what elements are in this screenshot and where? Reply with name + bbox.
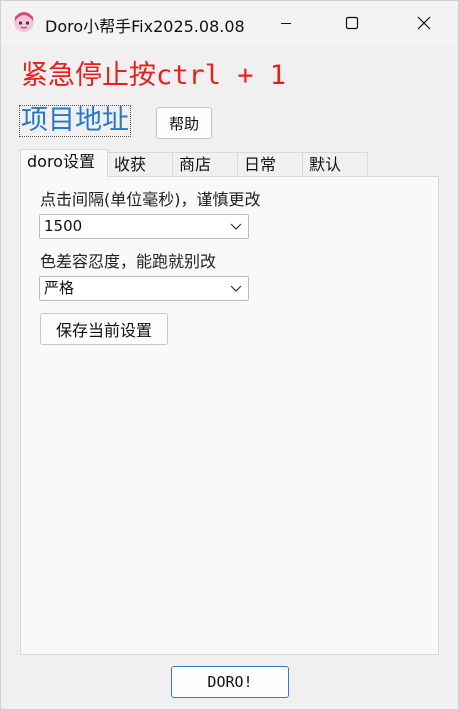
tab-shop[interactable]: 商店 [172,152,238,177]
tab-harvest[interactable]: 收获 [107,152,173,177]
tolerance-value: 严格 [44,279,75,297]
tab-default[interactable]: 默认 [302,152,368,177]
minimize-button[interactable] [263,1,309,45]
maximize-icon [345,16,359,30]
tab-doro-settings[interactable]: doro设置 [20,149,108,177]
doro-start-button[interactable]: DORO! [171,666,289,698]
tolerance-select[interactable]: 严格 [39,276,249,301]
tab-daily[interactable]: 日常 [237,152,303,177]
emergency-stop-hint: 紧急停止按ctrl + 1 [21,60,287,91]
tolerance-label: 色差容忍度，能跑就别改 [40,252,217,271]
title-bar[interactable]: Doro小帮手Fix2025.08.08 [1,1,458,45]
chevron-down-icon [230,285,242,292]
click-interval-value: 1500 [44,217,83,235]
chevron-down-icon [230,223,242,230]
close-button[interactable] [401,1,447,45]
window-title: Doro小帮手Fix2025.08.08 [45,17,245,36]
click-interval-select[interactable]: 1500 [39,214,249,239]
click-interval-label: 点击间隔(单位毫秒)，谨慎更改 [40,190,261,209]
maximize-button[interactable] [329,1,375,45]
close-icon [417,16,431,30]
project-address-link[interactable]: 项目地址 [19,105,131,137]
app-window: Doro小帮手Fix2025.08.08 紧急停止按ctrl + 1 项目地址 … [0,0,459,710]
help-button[interactable]: 帮助 [156,107,212,139]
minimize-icon [281,23,291,24]
anime-avatar-icon [14,12,34,32]
save-settings-button[interactable]: 保存当前设置 [40,313,168,345]
